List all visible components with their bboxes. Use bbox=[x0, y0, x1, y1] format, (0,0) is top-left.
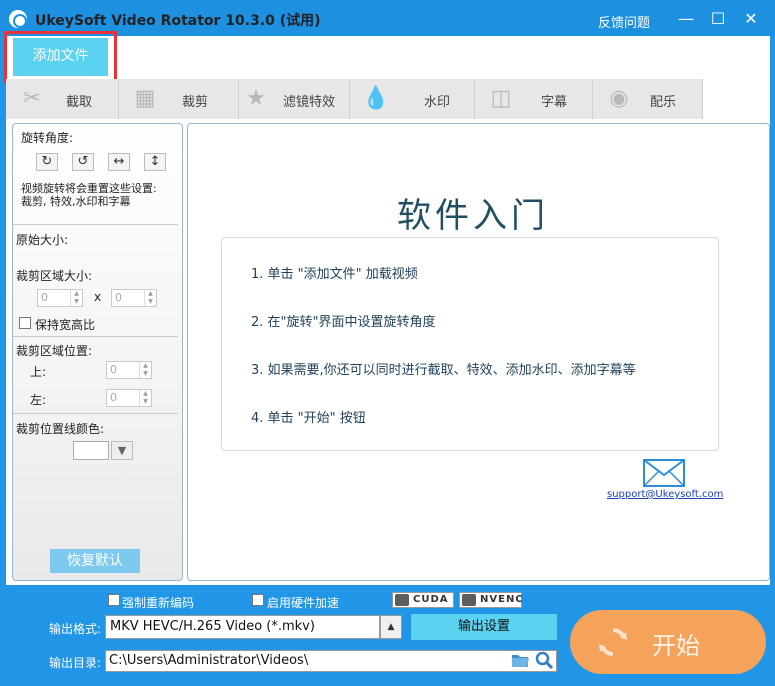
step-3: 3. 如果需要,你还可以同时进行截取、特效、添加水印、添加字幕等 bbox=[251, 363, 636, 378]
reset-defaults-button[interactable]: 恢复默认 bbox=[50, 549, 140, 573]
nvenc-label: NVENC bbox=[480, 594, 524, 605]
hw-accel-label: 启用硬件加速 bbox=[267, 596, 340, 610]
convert-icon bbox=[599, 628, 627, 656]
tab-label: 配乐 bbox=[650, 95, 677, 110]
mail-icon[interactable] bbox=[643, 459, 685, 487]
spin-arrows-icon[interactable]: ▲ ▼ bbox=[70, 290, 82, 306]
chevron-down-icon[interactable]: ▼ bbox=[111, 441, 133, 460]
crop-height-value: 0 bbox=[115, 291, 122, 304]
top-label: 上: bbox=[30, 365, 47, 379]
format-label: 输出格式: bbox=[49, 622, 102, 636]
force-reencode-label: 强制重新编码 bbox=[122, 596, 195, 610]
crop-x-separator: x bbox=[94, 290, 102, 304]
highlight-outline bbox=[4, 31, 117, 83]
tab-label: 截取 bbox=[66, 95, 93, 110]
force-reencode-checkbox[interactable] bbox=[108, 594, 120, 606]
flip-vertical-icon[interactable]: ↕ bbox=[144, 153, 166, 171]
tab-crop[interactable]: ▦ 裁剪 bbox=[119, 79, 239, 119]
rotation-label: 旋转角度: bbox=[21, 131, 74, 145]
minimize-icon[interactable]: — bbox=[675, 8, 697, 30]
intro-title: 软件入门 bbox=[397, 196, 549, 236]
hw-accel-checkbox[interactable] bbox=[252, 594, 264, 606]
crop-width-input[interactable]: 0 ▲ ▼ bbox=[37, 289, 83, 307]
crop-width-value: 0 bbox=[41, 291, 48, 304]
tab-label: 裁剪 bbox=[182, 95, 209, 110]
spin-arrows-icon[interactable]: ▲ ▼ bbox=[144, 290, 156, 306]
nvenc-badge: NVENC bbox=[459, 592, 524, 608]
feedback-link[interactable]: 反馈问题 bbox=[598, 12, 650, 31]
cuda-label: CUDA bbox=[413, 594, 449, 605]
output-settings-button[interactable]: 输出设置 bbox=[411, 614, 557, 640]
search-icon[interactable] bbox=[535, 651, 553, 669]
original-size-label: 原始大小: bbox=[16, 233, 69, 247]
tab-effects[interactable]: ★ 滤镜特效 bbox=[239, 79, 350, 119]
tab-watermark[interactable]: 💧 水印 bbox=[350, 79, 475, 119]
music-icon: ◉ bbox=[609, 86, 629, 111]
window-title: UkeySoft Video Rotator 10.3.0 (试用) bbox=[35, 13, 321, 29]
spin-arrows-icon[interactable]: ▲ ▼ bbox=[139, 362, 151, 378]
watermark-icon: 💧 bbox=[362, 86, 390, 111]
folder-icon[interactable] bbox=[511, 652, 529, 668]
top-input[interactable]: 0 ▲ ▼ bbox=[106, 361, 152, 379]
tab-music[interactable]: ◉ 配乐 bbox=[593, 79, 703, 119]
keep-ratio-checkbox[interactable] bbox=[19, 317, 31, 329]
tab-label: 水印 bbox=[424, 95, 451, 110]
tab-label: 滤镜特效 bbox=[283, 95, 336, 110]
tab-trim[interactable]: ✂ 截取 bbox=[6, 79, 119, 119]
crop-position-label: 裁剪区域位置: bbox=[16, 344, 93, 358]
close-icon[interactable]: ✕ bbox=[740, 8, 762, 30]
step-2: 2. 在"旋转"界面中设置旋转角度 bbox=[251, 315, 436, 330]
nvidia-icon bbox=[395, 594, 409, 606]
output-dir-label: 输出目录: bbox=[49, 656, 102, 670]
step-4: 4. 单击 "开始" 按钮 bbox=[251, 411, 366, 426]
effects-icon: ★ bbox=[246, 86, 266, 111]
tab-label: 字幕 bbox=[541, 95, 568, 110]
divider bbox=[13, 224, 178, 225]
line-color-label: 裁剪位置线颜色: bbox=[16, 422, 105, 436]
crop-icon: ▦ bbox=[134, 86, 156, 111]
output-format-select[interactable]: MKV HEVC/H.265 Video (*.mkv) bbox=[105, 615, 380, 639]
nvidia-icon bbox=[462, 594, 476, 606]
cuda-badge: CUDA bbox=[392, 592, 454, 608]
support-email-link[interactable]: support@Ukeysoft.com bbox=[607, 489, 723, 500]
crop-size-label: 裁剪区域大小: bbox=[16, 269, 93, 283]
dropdown-arrow-icon[interactable]: ▲ bbox=[380, 615, 402, 639]
top-value: 0 bbox=[110, 363, 117, 376]
maximize-icon[interactable]: ☐ bbox=[707, 8, 729, 30]
keep-ratio-label: 保持宽高比 bbox=[35, 318, 96, 332]
rotate-clockwise-icon[interactable]: ↻ bbox=[36, 153, 58, 171]
left-value: 0 bbox=[110, 391, 117, 404]
left-label: 左: bbox=[30, 393, 47, 407]
left-input[interactable]: 0 ▲ ▼ bbox=[106, 389, 152, 407]
app-logo-icon bbox=[9, 10, 27, 28]
rotate-counterclockwise-icon[interactable]: ↺ bbox=[72, 153, 94, 171]
start-label: 开始 bbox=[652, 632, 700, 660]
trim-icon: ✂ bbox=[22, 86, 42, 111]
crop-height-input[interactable]: 0 ▲ ▼ bbox=[111, 289, 157, 307]
subtitle-icon: ◫ bbox=[490, 86, 512, 111]
spin-arrows-icon[interactable]: ▲ ▼ bbox=[139, 390, 151, 406]
line-color-picker[interactable] bbox=[73, 441, 109, 460]
toolbar bbox=[6, 36, 770, 79]
output-dir-field[interactable]: C:\Users\Administrator\Videos\ bbox=[105, 650, 557, 672]
flip-horizontal-icon[interactable]: ↔ bbox=[108, 153, 130, 171]
tab-subtitle[interactable]: ◫ 字幕 bbox=[475, 79, 593, 119]
rotation-note: 裁剪, 特效,水印和字幕 bbox=[21, 195, 131, 208]
divider bbox=[13, 413, 178, 414]
step-1: 1. 单击 "添加文件" 加载视频 bbox=[251, 267, 418, 282]
divider bbox=[13, 336, 178, 337]
